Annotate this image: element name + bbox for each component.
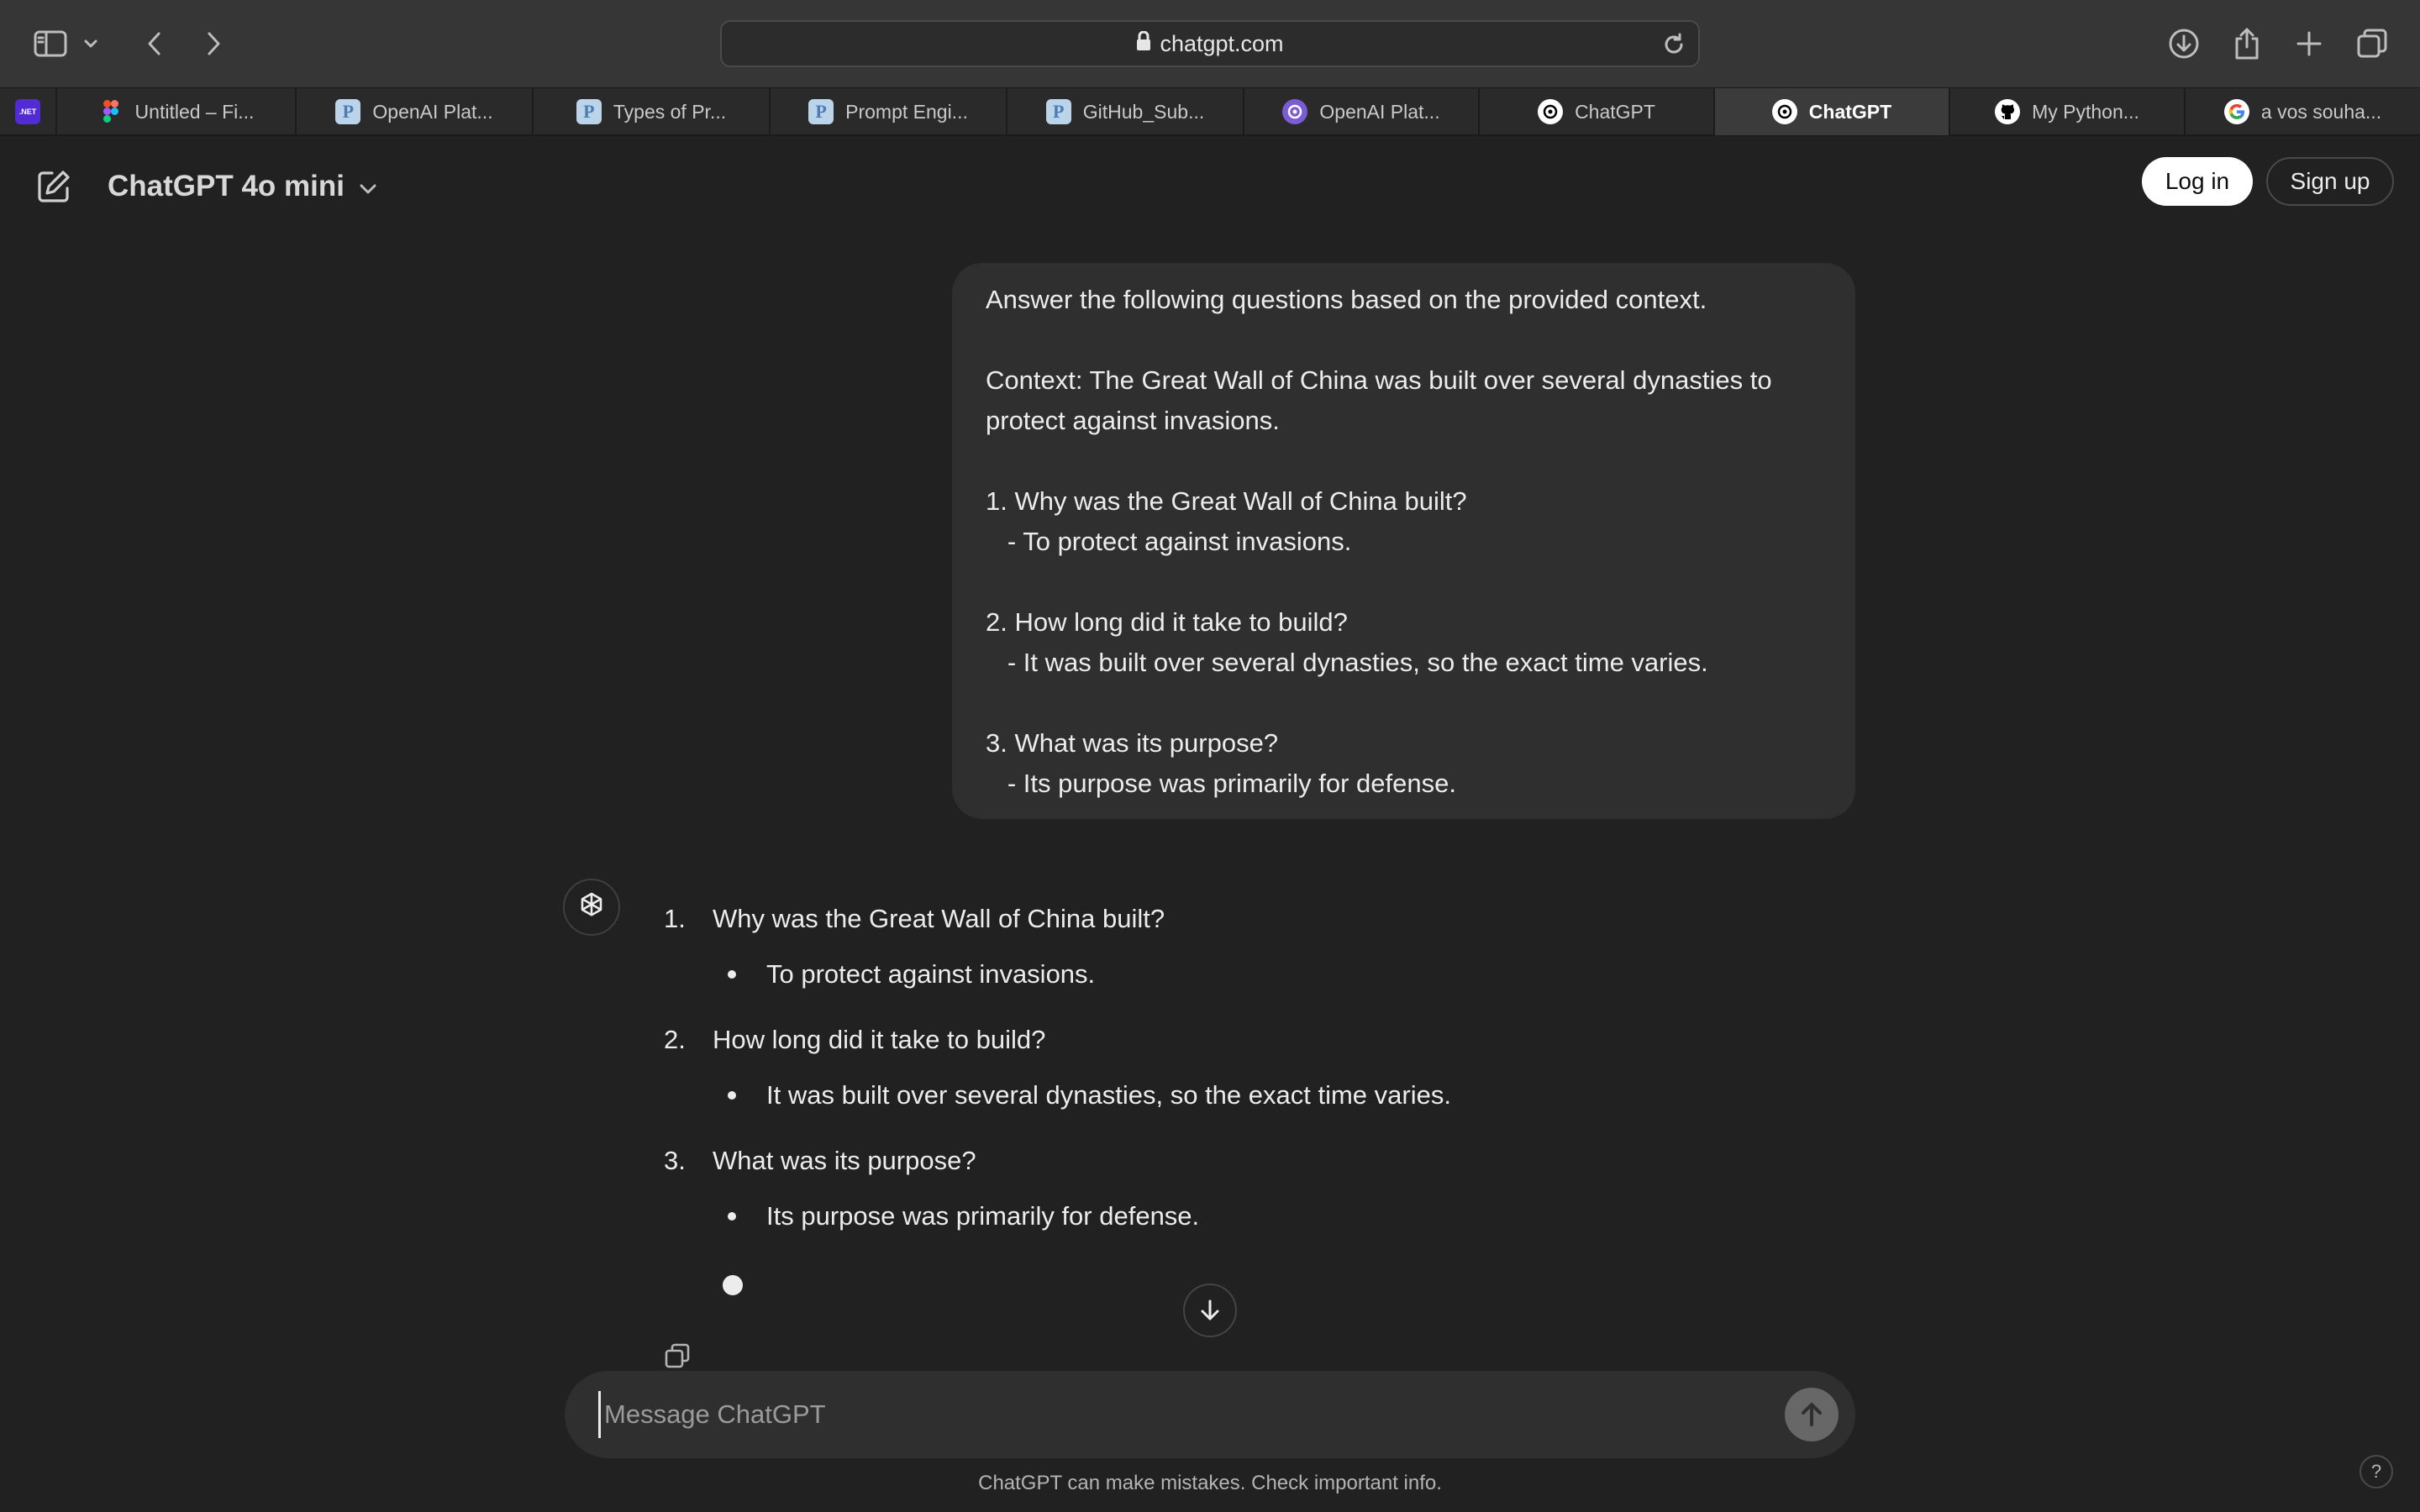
tab-label: Prompt Engi... — [845, 100, 968, 123]
arrow-up-icon — [1797, 1400, 1826, 1429]
tab-overview-icon[interactable] — [2349, 20, 2396, 67]
tab-dotnet[interactable]: .NET — [0, 88, 57, 135]
github-icon — [1995, 99, 2021, 124]
model-selector[interactable]: ChatGPT 4o mini — [108, 163, 378, 210]
user-message-line: Context: The Great Wall of China was bui… — [986, 365, 1772, 395]
typing-indicator — [723, 1275, 743, 1295]
openai-icon — [1282, 99, 1308, 124]
user-message-line: - Its purpose was primarily for defense. — [986, 769, 1456, 798]
user-message-line: Answer the following questions based on … — [986, 285, 1707, 314]
user-message-line — [986, 683, 1822, 723]
tab-label: a vos souha... — [2260, 100, 2382, 123]
user-message-line: 3. What was its purpose? — [986, 728, 1279, 758]
list-number: 1. — [664, 904, 686, 933]
tab-label: OpenAI Plat... — [372, 100, 493, 123]
tab-openai-platform[interactable]: P OpenAI Plat... — [297, 88, 534, 135]
figma-icon — [98, 99, 124, 124]
share-icon[interactable] — [2223, 20, 2270, 67]
user-message-line: - To protect against invasions. — [986, 527, 1352, 556]
url-text: chatgpt.com — [1160, 30, 1284, 56]
question-text: What was its purpose? — [713, 1146, 976, 1175]
sidebar-toggle-icon[interactable] — [27, 20, 74, 67]
tab-google[interactable]: a vos souha... — [2186, 88, 2420, 135]
p-icon: P — [808, 99, 834, 124]
user-message-line — [986, 441, 1822, 481]
openai-icon — [1538, 99, 1564, 124]
p-icon: P — [335, 99, 361, 124]
download-icon[interactable] — [2160, 20, 2207, 67]
tab-chatgpt[interactable]: ChatGPT — [1480, 88, 1715, 135]
composer — [565, 1371, 1855, 1458]
bullet-dot — [728, 1091, 736, 1100]
message-input[interactable] — [598, 1391, 1758, 1438]
tab-label: Untitled – Fi... — [134, 100, 255, 123]
dotnet-icon: .NET — [15, 99, 40, 124]
list-number: 2. — [664, 1025, 686, 1054]
tab-label: Types of Pr... — [613, 100, 727, 123]
tab-label: OpenAI Plat... — [1319, 100, 1440, 123]
address-bar[interactable]: chatgpt.com — [720, 20, 1700, 67]
user-message-bubble: Answer the following questions based on … — [952, 263, 1855, 819]
reload-icon[interactable] — [1661, 32, 1686, 63]
bullet-dot — [728, 1212, 736, 1221]
signup-button[interactable]: Sign up — [2266, 157, 2394, 206]
answer-text: It was built over several dynasties, so … — [766, 1080, 1451, 1110]
bullet-dot — [728, 970, 736, 979]
browser-toolbar: chatgpt.com — [0, 0, 2420, 87]
copy-icon[interactable] — [660, 1339, 694, 1373]
chevron-down-icon[interactable] — [74, 20, 108, 67]
answer-text: To protect against invasions. — [766, 959, 1096, 989]
login-button[interactable]: Log in — [2142, 157, 2253, 206]
tab-openai-platform-2[interactable]: OpenAI Plat... — [1244, 88, 1480, 135]
question-text: How long did it take to build? — [713, 1025, 1046, 1054]
tab-figma[interactable]: Untitled – Fi... — [57, 88, 297, 135]
assistant-avatar — [563, 879, 620, 936]
p-icon: P — [576, 99, 602, 124]
question-text: Why was the Great Wall of China built? — [713, 904, 1165, 933]
tab-types-of-prompts[interactable]: P Types of Pr... — [534, 88, 771, 135]
user-message-line — [986, 562, 1822, 602]
openai-logo-icon — [575, 889, 608, 927]
answer-text: Its purpose was primarily for defense. — [766, 1201, 1200, 1231]
chevron-down-icon — [358, 170, 378, 203]
tab-label: ChatGPT — [1808, 100, 1892, 123]
back-icon[interactable] — [131, 20, 178, 67]
lock-icon — [1136, 30, 1151, 57]
user-message-line: 1. Why was the Great Wall of China built… — [986, 486, 1467, 516]
new-chat-icon[interactable] — [30, 163, 77, 210]
arrow-down-icon — [1197, 1298, 1223, 1323]
forward-icon[interactable] — [190, 20, 237, 67]
tab-github-sub[interactable]: P GitHub_Sub... — [1007, 88, 1244, 135]
openai-icon — [1771, 99, 1797, 124]
user-message-line: - It was built over several dynasties, s… — [986, 648, 1708, 677]
tab-chatgpt-active[interactable]: ChatGPT — [1715, 88, 1950, 135]
new-tab-icon[interactable] — [2286, 20, 2333, 67]
model-name: ChatGPT 4o mini — [108, 170, 345, 202]
tab-my-python[interactable]: My Python... — [1950, 88, 2186, 135]
user-message-line: protect against invasions. — [986, 406, 1280, 435]
tab-bar: .NET Untitled – Fi... P OpenAI Plat... P… — [0, 87, 2420, 136]
tab-prompt-engineering[interactable]: P Prompt Engi... — [771, 88, 1007, 135]
user-message-line: 2. How long did it take to build? — [986, 607, 1348, 637]
tab-label: My Python... — [2032, 100, 2139, 123]
google-icon — [2223, 99, 2249, 124]
list-number: 3. — [664, 1146, 686, 1175]
scroll-down-button[interactable] — [1183, 1284, 1237, 1337]
disclaimer-text: ChatGPT can make mistakes. Check importa… — [978, 1472, 1442, 1494]
send-button[interactable] — [1785, 1388, 1839, 1441]
app-header: ChatGPT 4o mini Log in Sign up — [0, 138, 2420, 225]
user-message-line — [986, 320, 1822, 360]
tab-label: GitHub_Sub... — [1082, 100, 1205, 123]
help-button[interactable]: ? — [2360, 1455, 2393, 1488]
p-icon: P — [1045, 99, 1071, 124]
tab-label: ChatGPT — [1575, 100, 1655, 123]
